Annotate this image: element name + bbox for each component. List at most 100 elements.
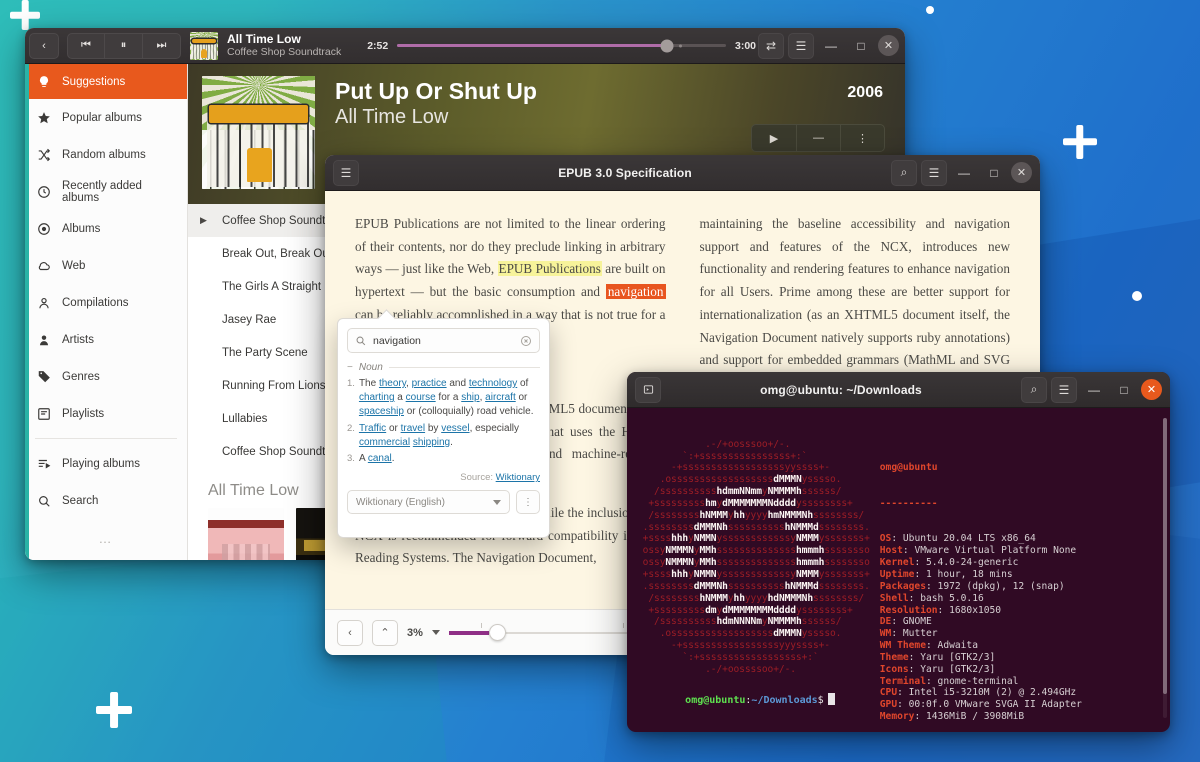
sidebar-item-genres[interactable]: Genres (25, 358, 187, 395)
definition-link[interactable]: shipping (413, 437, 450, 448)
scroll-up-button[interactable]: ⌃ (372, 619, 398, 646)
terminal-icon[interactable] (635, 376, 661, 403)
neofetch-rule: ---------- (879, 497, 938, 509)
prompt-path: ~/Downloads (751, 695, 818, 707)
menu-icon[interactable]: ☰ (1051, 376, 1077, 403)
menu-icon[interactable]: ☰ (788, 32, 814, 59)
sidebar-item-popular-albums[interactable]: Popular albums (25, 99, 187, 136)
definition-link[interactable]: vessel (441, 423, 469, 434)
definition-link[interactable]: commercial (359, 437, 410, 448)
definition-link[interactable]: spaceship (359, 406, 404, 417)
previous-page-button[interactable]: ‹ (337, 619, 363, 646)
seek-slider[interactable] (397, 39, 726, 52)
clear-icon[interactable] (520, 335, 532, 347)
close-button[interactable]: ✕ (1141, 379, 1162, 400)
more-options-button[interactable]: ⋮ (516, 490, 540, 515)
sidebar-item-playlists[interactable]: Playlists (25, 395, 187, 432)
terminal-output[interactable]: .-/+oosssoo+/-. `:+ssssssssssssssss+:` -… (627, 408, 1170, 732)
sidebar-item-random-albums[interactable]: Random albums (25, 136, 187, 173)
terminal-title: omg@ubuntu: ~/Downloads (760, 382, 922, 397)
highlight-yellow: EPUB Publications (497, 261, 602, 277)
definition-link[interactable]: technology (469, 378, 517, 389)
sidebar-item-artists[interactable]: Artists (25, 321, 187, 358)
star-icon (38, 111, 50, 123)
maximize-button[interactable]: □ (981, 160, 1007, 186)
music-player-titlebar[interactable]: ‹ ⏮ ⏸ ⏭ All Time Low Coffee Shop Soundtr… (25, 28, 905, 64)
sidebar-overflow-button[interactable]: … (25, 519, 187, 546)
album-remove-button[interactable]: — (796, 125, 840, 151)
zoom-level-label[interactable]: 3% (407, 627, 423, 639)
part-of-speech-label: Noun (358, 362, 383, 373)
chevron-down-icon[interactable] (431, 630, 440, 635)
definition-link[interactable]: aircraft (485, 392, 516, 403)
sidebar-item-compilations[interactable]: Compilations (25, 284, 187, 321)
sidebar-item-label: Popular albums (62, 111, 142, 124)
next-button[interactable]: ⏭ (143, 32, 181, 59)
track-title: Jasey Rae (222, 313, 277, 326)
terminal-titlebar[interactable]: omg@ubuntu: ~/Downloads ⌕ ☰ — □ ✕ (627, 372, 1170, 408)
menu-icon[interactable]: ☰ (921, 159, 947, 186)
plus-decoration-icon (10, 0, 40, 30)
search-icon[interactable]: ⌕ (891, 159, 917, 186)
terminal-window[interactable]: omg@ubuntu: ~/Downloads ⌕ ☰ — □ ✕ .-/+oo… (627, 372, 1170, 732)
sidebar-item-label: Random albums (62, 148, 146, 161)
definition-link[interactable]: practice (412, 378, 447, 389)
neofetch-row: GPU: 00:0f.0 VMware SVGA II Adapter (879, 699, 1082, 711)
back-button[interactable]: ‹ (29, 32, 59, 59)
playback-controls[interactable]: ‹ ⏮ ⏸ ⏭ (29, 32, 181, 59)
sidebar-item-albums[interactable]: Albums (25, 210, 187, 247)
sidebar-item-web[interactable]: Web (25, 247, 187, 284)
highlight-orange-selection[interactable]: navigation (605, 284, 666, 300)
definition-link[interactable]: course (406, 392, 436, 403)
minimize-button[interactable]: — (1081, 377, 1107, 403)
sidebar-item-suggestions[interactable]: Suggestions (25, 64, 187, 99)
person-outline-icon (39, 297, 49, 308)
pause-button[interactable]: ⏸ (105, 32, 143, 59)
close-button[interactable]: ✕ (878, 35, 899, 56)
album-more-button[interactable]: ⋮ (840, 125, 884, 151)
sidebar-item-playing-albums[interactable]: Playing albums (25, 445, 187, 482)
epub-title: EPUB 3.0 Specification (558, 165, 692, 180)
shuffle-icon[interactable]: ⇄ (758, 32, 784, 59)
definition-link[interactable]: ship (461, 392, 479, 403)
maximize-button[interactable]: □ (848, 33, 874, 59)
track-title: The Party Scene (222, 346, 308, 359)
collapse-icon[interactable]: − (347, 362, 353, 373)
definition-link[interactable]: canal (368, 453, 392, 464)
terminal-prompt[interactable]: omg@ubuntu:~/Downloads$ (637, 681, 835, 720)
maximize-button[interactable]: □ (1111, 377, 1137, 403)
neofetch-row: DE: GNOME (879, 616, 932, 628)
minimize-button[interactable]: — (951, 160, 977, 186)
search-input[interactable] (373, 334, 513, 347)
definition-link[interactable]: charting (359, 392, 395, 403)
dictionary-select[interactable]: Wiktionary (English) (347, 490, 510, 515)
close-button[interactable]: ✕ (1011, 162, 1032, 183)
definition-number: 3. (347, 452, 355, 464)
disc-icon (38, 222, 50, 235)
dictionary-select-value: Wiktionary (English) (356, 496, 445, 508)
definition-link[interactable]: theory (379, 378, 406, 389)
sidebar-item-recently-added-albums[interactable]: Recently added albums (25, 173, 187, 210)
search-icon[interactable]: ⌕ (1021, 376, 1047, 403)
definition-link[interactable]: Traffic (359, 423, 386, 434)
desktop: ‹ ⏮ ⏸ ⏭ All Time Low Coffee Shop Soundtr… (0, 0, 1200, 762)
definition-number: 2. (347, 422, 355, 434)
previous-button[interactable]: ⏮ (67, 32, 105, 59)
scrollbar[interactable] (1163, 418, 1167, 718)
music-sidebar[interactable]: Suggestions Popular albums Random albums… (25, 64, 188, 560)
source-link[interactable]: Wiktionary (496, 472, 540, 483)
album-play-button[interactable]: ▶ (752, 125, 796, 151)
dictionary-popup[interactable]: − Noun 1. The theory, practice and techn… (337, 318, 550, 538)
dictionary-search-box[interactable] (347, 328, 540, 353)
definition-link[interactable]: travel (401, 423, 425, 434)
album-thumbnail[interactable] (208, 508, 284, 560)
sidebar-item-search[interactable]: Search (25, 482, 187, 519)
seek-bar-group[interactable]: 2:52 3:00 (367, 39, 756, 52)
album-actions[interactable]: ▶ — ⋮ (751, 124, 885, 152)
epub-titlebar[interactable]: ☰ EPUB 3.0 Specification ⌕ ☰ — □ ✕ (325, 155, 1040, 191)
sidebar-toggle-icon[interactable]: ☰ (333, 159, 359, 186)
minimize-button[interactable]: — (818, 33, 844, 59)
now-playing-thumbnail (190, 31, 218, 60)
sidebar-accent-bar (25, 64, 29, 560)
total-time: 3:00 (734, 39, 756, 52)
